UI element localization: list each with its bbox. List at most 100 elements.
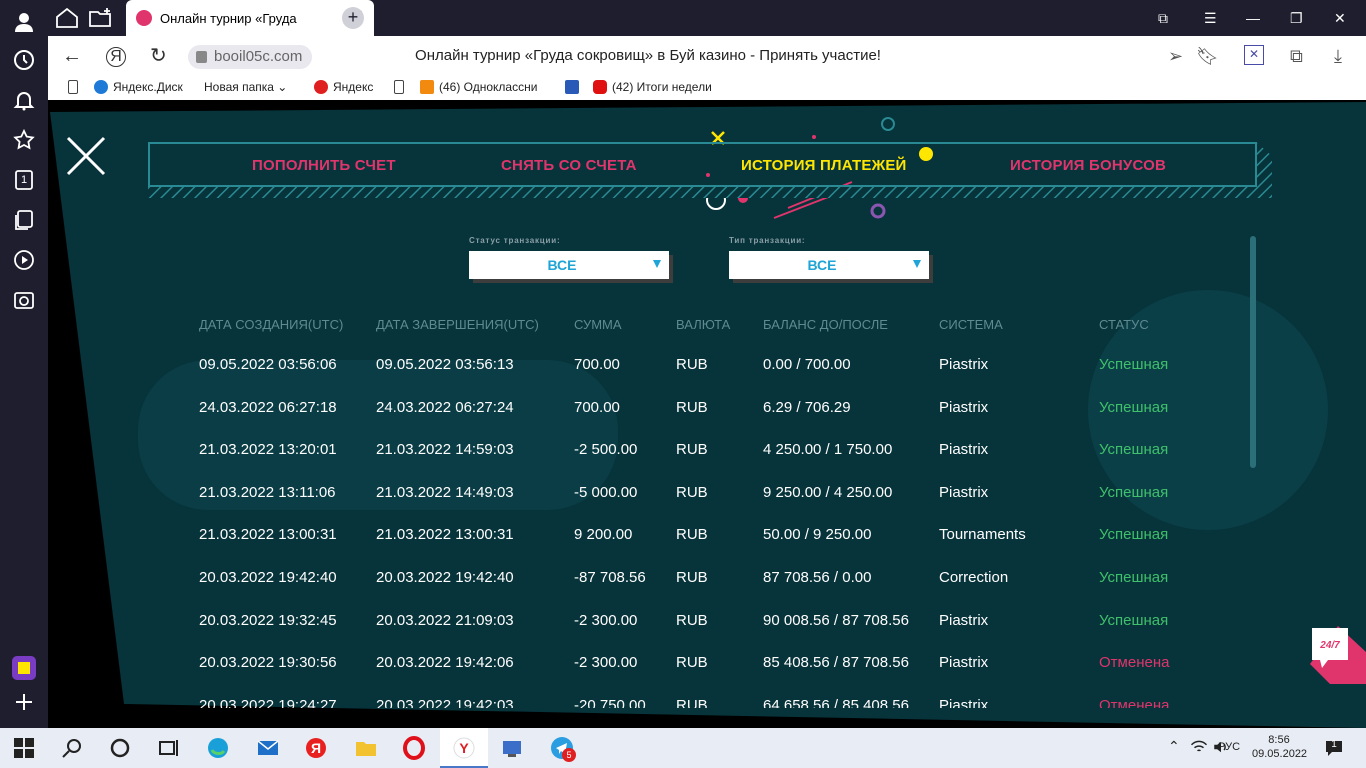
- cell-created: 21.03.2022 13:00:31: [199, 526, 337, 544]
- cell-currency: RUB: [676, 611, 708, 629]
- edge-icon[interactable]: [206, 736, 230, 760]
- cell-currency: RUB: [676, 569, 708, 586]
- casino-favicon-icon: [136, 10, 152, 26]
- cell-status: Успешная: [1099, 611, 1169, 629]
- yandex-logo-icon: [314, 80, 328, 94]
- bookmark-youtube[interactable]: (42) Итоги недели: [593, 80, 723, 94]
- yandex-browser-icon[interactable]: Я: [304, 736, 328, 760]
- url-field[interactable]: booil05c.com: [188, 45, 313, 69]
- notifications-button[interactable]: 1: [1324, 738, 1346, 758]
- lock-icon: [196, 51, 207, 63]
- cell-currency: RUB: [676, 356, 708, 373]
- cell-completed: 21.03.2022 13:00:31: [376, 526, 514, 544]
- reader-mode-icon[interactable]: ✕: [1244, 45, 1264, 65]
- tab-counter-badge: 1: [20, 174, 28, 186]
- cell-created: 24.03.2022 06:27:18: [199, 398, 337, 416]
- cell-currency: RUB: [676, 398, 708, 416]
- telegram-badge: 5: [562, 748, 576, 762]
- support-chat-button[interactable]: 24/7: [1310, 626, 1366, 684]
- taskbar: Я Y 5 ⌃ РУС 8:56 09.05.2022 1: [0, 728, 1366, 768]
- app-icon[interactable]: [12, 656, 36, 680]
- bookmark-new-folder[interactable]: Новая папка ⌄: [204, 80, 287, 94]
- tab-counter-icon[interactable]: 1: [12, 168, 36, 192]
- cell-status: Успешная: [1099, 356, 1169, 373]
- bookmark-yandex[interactable]: Яндекс: [314, 80, 373, 94]
- star-icon[interactable]: [12, 128, 36, 152]
- file-explorer-icon[interactable]: [354, 736, 378, 760]
- cell-created: 20.03.2022 19:42:40: [199, 569, 337, 586]
- bookmark-odnoklassniki[interactable]: (46) Одноклассни: [420, 80, 550, 94]
- rdp-icon[interactable]: [500, 736, 524, 760]
- cell-balance: 4 250.00 / 1 750.00: [763, 441, 893, 459]
- opera-icon[interactable]: [402, 736, 426, 760]
- bell-icon[interactable]: [12, 88, 36, 112]
- cell-created: 20.03.2022 19:32:45: [199, 611, 337, 629]
- cell-balance: 87 708.56 / 0.00: [763, 569, 872, 586]
- tab-active[interactable]: Онлайн турнир «Груда ✕: [126, 0, 374, 36]
- cell-currency: RUB: [676, 526, 708, 544]
- home-icon[interactable]: [54, 6, 80, 30]
- cell-completed: 20.03.2022 19:42:40: [376, 569, 514, 586]
- cell-created: 20.03.2022 19:24:27: [199, 696, 337, 708]
- notification-badge: 1: [1331, 739, 1337, 750]
- restore-icon[interactable]: ❐: [1290, 10, 1303, 26]
- cell-amount: 700.00: [574, 398, 620, 416]
- tray-chevron-up-icon[interactable]: ⌃: [1168, 738, 1180, 755]
- scrollbar[interactable]: [1250, 236, 1256, 468]
- ok-icon: [420, 80, 434, 94]
- back-icon[interactable]: ←: [62, 46, 82, 66]
- cell-status: Успешная: [1099, 441, 1169, 459]
- cell-amount: 700.00: [574, 356, 620, 373]
- cell-balance: 85 408.56 / 87 708.56: [763, 654, 909, 672]
- bookmark-icon[interactable]: 🔖︎: [1196, 46, 1219, 66]
- mail-icon[interactable]: [256, 736, 280, 760]
- cell-currency: RUB: [676, 696, 708, 708]
- language-indicator[interactable]: РУС: [1218, 741, 1240, 753]
- cell-completed: 24.03.2022 06:27:24: [376, 398, 514, 416]
- history-icon[interactable]: [12, 48, 36, 72]
- bookmark-s-icon[interactable]: [565, 80, 584, 94]
- tabs-menu-icon[interactable]: ⧉: [1158, 10, 1168, 26]
- download-icon[interactable]: ⤓: [1334, 46, 1342, 66]
- cell-currency: RUB: [676, 654, 708, 672]
- network-icon[interactable]: [1190, 738, 1208, 756]
- bookmark-page-icon-2[interactable]: [394, 80, 409, 94]
- reload-icon[interactable]: ↻: [150, 46, 167, 66]
- cell-amount: -5 000.00: [574, 483, 638, 501]
- bookmark-yandex-disk[interactable]: Яндекс.Диск: [94, 80, 183, 94]
- cell-status: Успешная: [1099, 569, 1169, 586]
- menu-icon[interactable]: ☰: [1204, 10, 1217, 26]
- youtube-icon: [593, 80, 607, 94]
- close-window-icon[interactable]: ✕: [1334, 10, 1346, 26]
- bookmark-page-icon[interactable]: [68, 80, 83, 94]
- task-view-icon[interactable]: [156, 736, 180, 760]
- telegram-button[interactable]: 5: [550, 736, 576, 762]
- cell-system: Piastrix: [939, 483, 989, 501]
- yandex-taskbar-active[interactable]: Y: [440, 728, 488, 768]
- add-icon[interactable]: [12, 690, 36, 714]
- minimize-icon[interactable]: —: [1246, 10, 1260, 26]
- new-tab-icon[interactable]: +: [342, 7, 364, 29]
- cell-system: Piastrix: [939, 696, 989, 708]
- tab-title: Онлайн турнир «Груда: [160, 11, 297, 26]
- clock[interactable]: 8:56 09.05.2022: [1252, 734, 1307, 760]
- cell-status: Отменена: [1099, 654, 1170, 672]
- search-icon[interactable]: [60, 736, 84, 760]
- yandex-icon[interactable]: Я: [106, 47, 126, 67]
- windows-start-icon[interactable]: [12, 736, 36, 760]
- collections-icon[interactable]: [12, 208, 36, 232]
- extensions-icon[interactable]: ⧉: [1290, 46, 1303, 66]
- browser-sidebar: 1: [0, 0, 48, 728]
- new-folder-icon[interactable]: [88, 6, 114, 30]
- svg-text:Я: Я: [311, 740, 321, 756]
- cell-status: Успешная: [1099, 483, 1169, 501]
- share-icon[interactable]: ➢: [1168, 46, 1183, 66]
- screenshot-icon[interactable]: [12, 288, 36, 312]
- cell-created: 09.05.2022 03:56:06: [199, 356, 337, 373]
- profile-icon[interactable]: [12, 10, 36, 34]
- cortana-icon[interactable]: [108, 736, 132, 760]
- cell-amount: -87 708.56: [574, 569, 646, 586]
- clock-time: 8:56: [1268, 734, 1290, 746]
- cell-amount: -2 500.00: [574, 441, 638, 459]
- play-icon[interactable]: [12, 248, 36, 272]
